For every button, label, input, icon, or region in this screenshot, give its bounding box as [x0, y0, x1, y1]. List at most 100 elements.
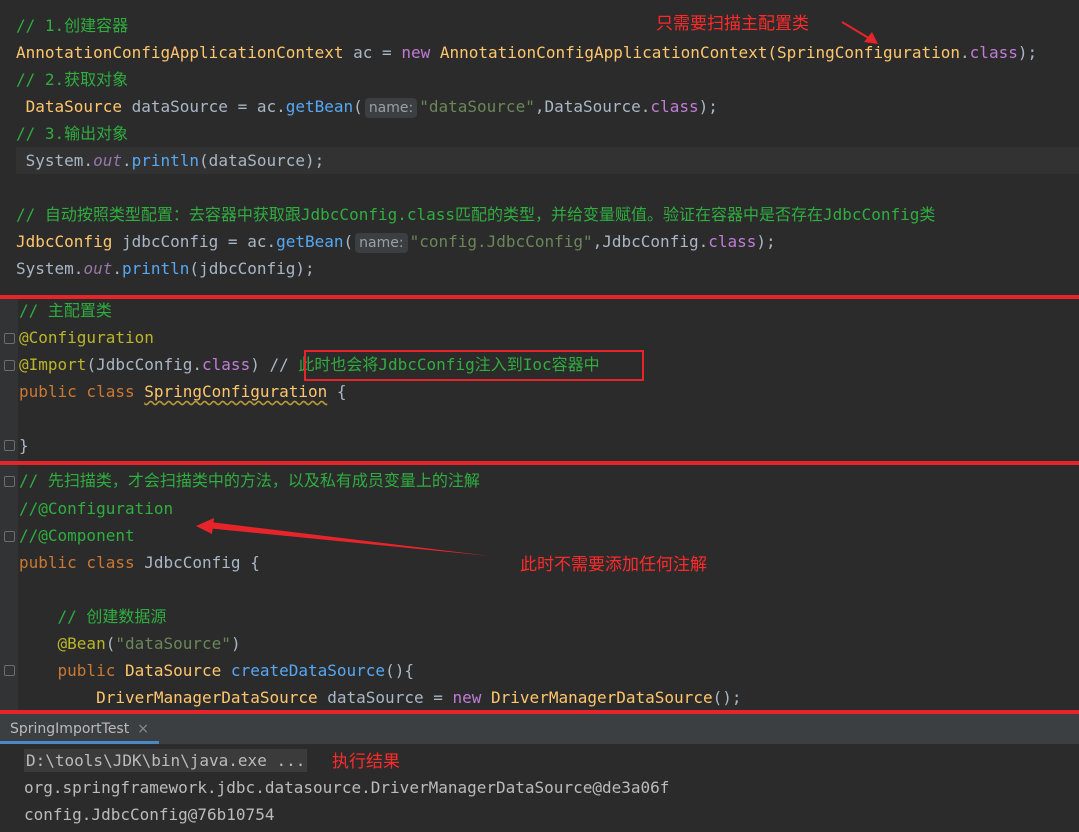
keyword-class: class	[650, 97, 699, 116]
code-line-bean-annotation: @Bean("dataSource")	[19, 630, 241, 657]
code-text: (	[105, 634, 116, 653]
tab-spring-import-test[interactable]: SpringImportTest ×	[0, 714, 159, 744]
string-literal: "dataSource"	[115, 634, 231, 653]
code-text: (JdbcConfig.	[86, 355, 203, 374]
field-name: out	[93, 151, 122, 170]
code-text: (	[343, 232, 354, 251]
code-text: jdbcConfig = ac.	[112, 232, 277, 251]
code-line-get-datasource: DataSource dataSource = ac.getBean(name:…	[16, 93, 718, 120]
keyword-class: class	[708, 232, 757, 251]
fold-icon[interactable]	[4, 360, 15, 371]
string-literal: "config.JdbcConfig"	[409, 232, 593, 251]
code-text: .	[960, 43, 970, 62]
comment-get-object: // 2.获取对象	[16, 70, 129, 89]
class-name: DriverManagerDataSource	[481, 688, 713, 707]
code-text: System.	[16, 259, 84, 278]
code-text: (	[353, 97, 363, 116]
class-name: SpringConfiguration	[144, 382, 328, 401]
code-text: .	[112, 259, 122, 278]
code-text: ) //	[250, 355, 289, 374]
code-text: );	[698, 97, 718, 116]
class-name: DriverManagerDataSource	[19, 688, 318, 707]
code-line-get-jdbcconfig: JdbcConfig jdbcConfig = ac.getBean(name:…	[16, 228, 776, 255]
fold-icon[interactable]	[4, 440, 15, 451]
code-text: (jdbcConfig);	[189, 259, 315, 278]
code-text: (){	[385, 661, 414, 680]
keyword-new: new	[452, 688, 482, 707]
comment-create-datasource: // 创建数据源	[19, 607, 167, 626]
class-name: AnnotationConfigApplicationContext(	[430, 43, 777, 62]
code-text: ,JdbcConfig.	[592, 232, 709, 251]
annotation-import: @Import	[19, 355, 87, 374]
method-name: println	[131, 151, 200, 170]
code-line-create-context: AnnotationConfigApplicationContext ac = …	[16, 39, 1037, 66]
method-name: createDataSource	[221, 661, 386, 680]
parameter-hint: name:	[355, 233, 408, 253]
class-name: JdbcConfig	[16, 232, 113, 251]
fold-icon[interactable]	[4, 333, 15, 344]
output-line-datasource: org.springframework.jdbc.datasource.Driv…	[24, 778, 670, 797]
code-line-print-datasource: System.out.println(dataSource);	[16, 147, 1079, 174]
output-line-jdbcconfig: config.JdbcConfig@76b10754	[24, 805, 275, 824]
keyword-new: new	[401, 43, 431, 62]
method-name: getBean	[285, 97, 354, 116]
arrow-icon	[841, 21, 878, 44]
comment-scan-order: // 先扫描类，才会扫描类中的方法，以及私有成员变量上的注解	[19, 471, 480, 490]
code-text: dataSource = ac.	[121, 97, 286, 116]
code-text: ,DataSource.	[534, 97, 651, 116]
run-tab-bar: SpringImportTest ×	[0, 714, 1079, 744]
class-name: DataSource	[16, 97, 122, 116]
comment-configuration: //@Configuration	[19, 499, 174, 518]
code-text: dataSource =	[317, 688, 453, 707]
run-command[interactable]: D:\tools\JDK\bin\java.exe ...	[24, 749, 308, 772]
highlight-box	[304, 350, 644, 381]
comment-autowire-by-type: // 自动按照类型配置：去容器中获取跟JdbcConfig.class匹配的类型…	[16, 205, 936, 224]
code-text: )	[230, 634, 241, 653]
annotation-configuration: @Configuration	[19, 328, 154, 347]
comment-output-object: // 3.输出对象	[16, 124, 129, 143]
arrow-icon	[196, 518, 490, 556]
annotation-no-annotation-needed: 此时不需要添加任何注解	[520, 555, 707, 575]
run-panel: SpringImportTest × D:\tools\JDK\bin\java.…	[0, 714, 1079, 832]
close-icon[interactable]: ×	[137, 721, 149, 737]
annotation-bean: @Bean	[19, 634, 106, 653]
code-line-method-declaration: public DataSource createDataSource(){	[19, 657, 414, 684]
code-line-class-declaration: public class SpringConfiguration {	[19, 378, 347, 405]
code-text: ac =	[343, 43, 402, 62]
code-line-close-brace: }	[19, 436, 29, 455]
fold-icon[interactable]	[4, 665, 15, 676]
keyword-class: class	[202, 355, 251, 374]
comment-component: //@Component	[19, 526, 135, 545]
fold-icon[interactable]	[4, 476, 15, 487]
code-text: {	[327, 382, 347, 401]
fold-icon[interactable]	[4, 531, 15, 542]
annotation-scan-main-config: 只需要扫描主配置类	[656, 14, 809, 34]
method-name: println	[121, 259, 190, 278]
tab-label: SpringImportTest	[10, 721, 130, 737]
keyword-public-class: public class	[19, 553, 135, 572]
editor-gutter	[0, 299, 18, 461]
code-text: .	[121, 151, 132, 170]
code-text: );	[756, 232, 776, 251]
keyword-public: public	[19, 661, 116, 680]
parameter-hint: name:	[364, 98, 418, 118]
keyword-public-class: public class	[19, 382, 135, 401]
code-line-new-datasource: DriverManagerDataSource dataSource = new…	[19, 684, 741, 711]
run-command-line[interactable]: D:\tools\JDK\bin\java.exe ...	[24, 747, 308, 774]
comment-create-container: // 1.创建容器	[16, 16, 129, 35]
code-line-print-jdbcconfig: System.out.println(jdbcConfig);	[16, 255, 315, 282]
class-name: DataSource	[115, 661, 222, 680]
section-divider	[0, 295, 1079, 299]
field-name: out	[83, 259, 113, 278]
section-divider	[0, 461, 1079, 465]
code-text: (dataSource);	[199, 151, 325, 170]
comment-main-config-class: // 主配置类	[19, 301, 112, 320]
code-text: System.	[16, 151, 94, 170]
method-name: getBean	[276, 232, 344, 251]
class-name: AnnotationConfigApplicationContext	[16, 43, 344, 62]
keyword-class: class	[969, 43, 1018, 62]
code-text: );	[1017, 43, 1038, 62]
code-text: ();	[712, 688, 742, 707]
string-literal: "dataSource"	[419, 97, 535, 116]
annotation-execution-result: 执行结果	[332, 752, 400, 772]
